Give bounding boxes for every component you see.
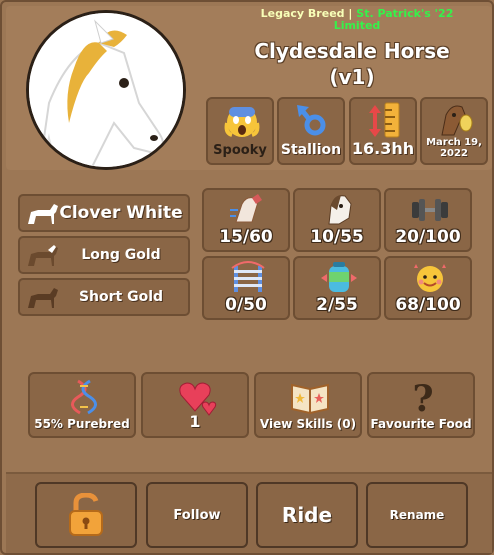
skill-book-icon	[291, 383, 329, 415]
lock-button[interactable]	[35, 482, 137, 548]
stat-jump: 0/50	[202, 256, 290, 320]
stat-agility: 10/55	[293, 188, 381, 252]
purebred-label: 55% Purebred	[34, 417, 130, 431]
personality-tile[interactable]: Spooky	[206, 97, 274, 165]
horse-head-icon	[328, 195, 352, 225]
horse-version: (v1)	[329, 65, 375, 89]
follow-button[interactable]: Follow	[146, 482, 248, 548]
coat-primary: Clover White	[18, 194, 190, 232]
horse-portrait	[26, 10, 186, 170]
breed-subtitle: Legacy Breed | St. Patrick's '22 Limited	[242, 8, 472, 32]
coat-tertiary: Short Gold	[18, 278, 190, 316]
stamina-icon	[321, 262, 357, 292]
view-skills-label: View Skills (0)	[259, 417, 357, 431]
stat-strength: 20/100	[384, 188, 472, 252]
horse-info-panel: Legacy Breed | St. Patrick's '22 Limited…	[0, 0, 494, 555]
likes-tile[interactable]: 1	[141, 372, 249, 438]
height-tile: 16.3hh	[349, 97, 417, 165]
jump-icon	[231, 261, 265, 292]
stat-agility-value: 10/55	[310, 227, 364, 247]
stat-strength-value: 20/100	[395, 227, 461, 247]
likes-count: 1	[189, 412, 201, 431]
scared-face-icon	[224, 107, 260, 137]
question-mark-icon: ?	[412, 378, 433, 417]
gender-tile: Stallion	[277, 97, 345, 165]
stat-speed: 15/60	[202, 188, 290, 252]
favourite-food-label: Favourite Food	[370, 417, 472, 431]
coat-tertiary-label: Short Gold	[78, 289, 164, 305]
horse-name: Clydesdale Horse	[254, 39, 450, 63]
ride-button[interactable]: Ride	[256, 482, 358, 548]
coat-secondary: Long Gold	[18, 236, 190, 274]
happiness-icon	[414, 264, 446, 292]
birthday-tile: March 19, 2022	[420, 97, 488, 165]
gender-label: Stallion	[280, 142, 342, 158]
dumbbell-icon	[412, 199, 448, 221]
horse-tail-icon	[28, 288, 58, 308]
stat-stamina-value: 2/55	[316, 295, 358, 315]
horse-silhouette-icon	[28, 204, 58, 224]
event-tag: St. Patrick's '22 Limited	[333, 7, 454, 32]
male-symbol-icon	[297, 105, 326, 136]
purebred-tile[interactable]: 55% Purebred	[28, 372, 136, 438]
birthday-line1: March 19,	[426, 137, 482, 148]
svg-text:?: ?	[412, 378, 433, 417]
stat-happiness-value: 68/100	[395, 295, 461, 315]
view-skills-button[interactable]: View Skills (0)	[254, 372, 362, 438]
favourite-food-tile[interactable]: ? Favourite Food	[367, 372, 475, 438]
breed-tag: Legacy Breed	[260, 7, 345, 20]
birthday-line2: 2022	[440, 148, 468, 159]
horse-name-title: Clydesdale Horse (v1)	[232, 38, 472, 90]
rename-button[interactable]: Rename	[366, 482, 468, 548]
stat-speed-value: 15/60	[219, 227, 273, 247]
height-label: 16.3hh	[351, 139, 415, 158]
horse-birthday-icon	[441, 105, 473, 136]
unlocked-padlock-icon	[69, 493, 103, 536]
speed-icon	[230, 194, 262, 223]
coat-secondary-label: Long Gold	[81, 247, 161, 263]
dna-icon	[71, 379, 97, 415]
horse-mane-icon	[28, 245, 58, 266]
stat-happiness: 68/100	[384, 256, 472, 320]
hearts-icon	[179, 382, 217, 416]
stat-jump-value: 0/50	[225, 295, 267, 315]
coat-primary-label: Clover White	[59, 203, 183, 223]
birthday-label: March 19, 2022	[422, 137, 486, 159]
stat-stamina: 2/55	[293, 256, 381, 320]
height-ruler-icon	[369, 102, 400, 138]
personality-label: Spooky	[213, 143, 267, 158]
